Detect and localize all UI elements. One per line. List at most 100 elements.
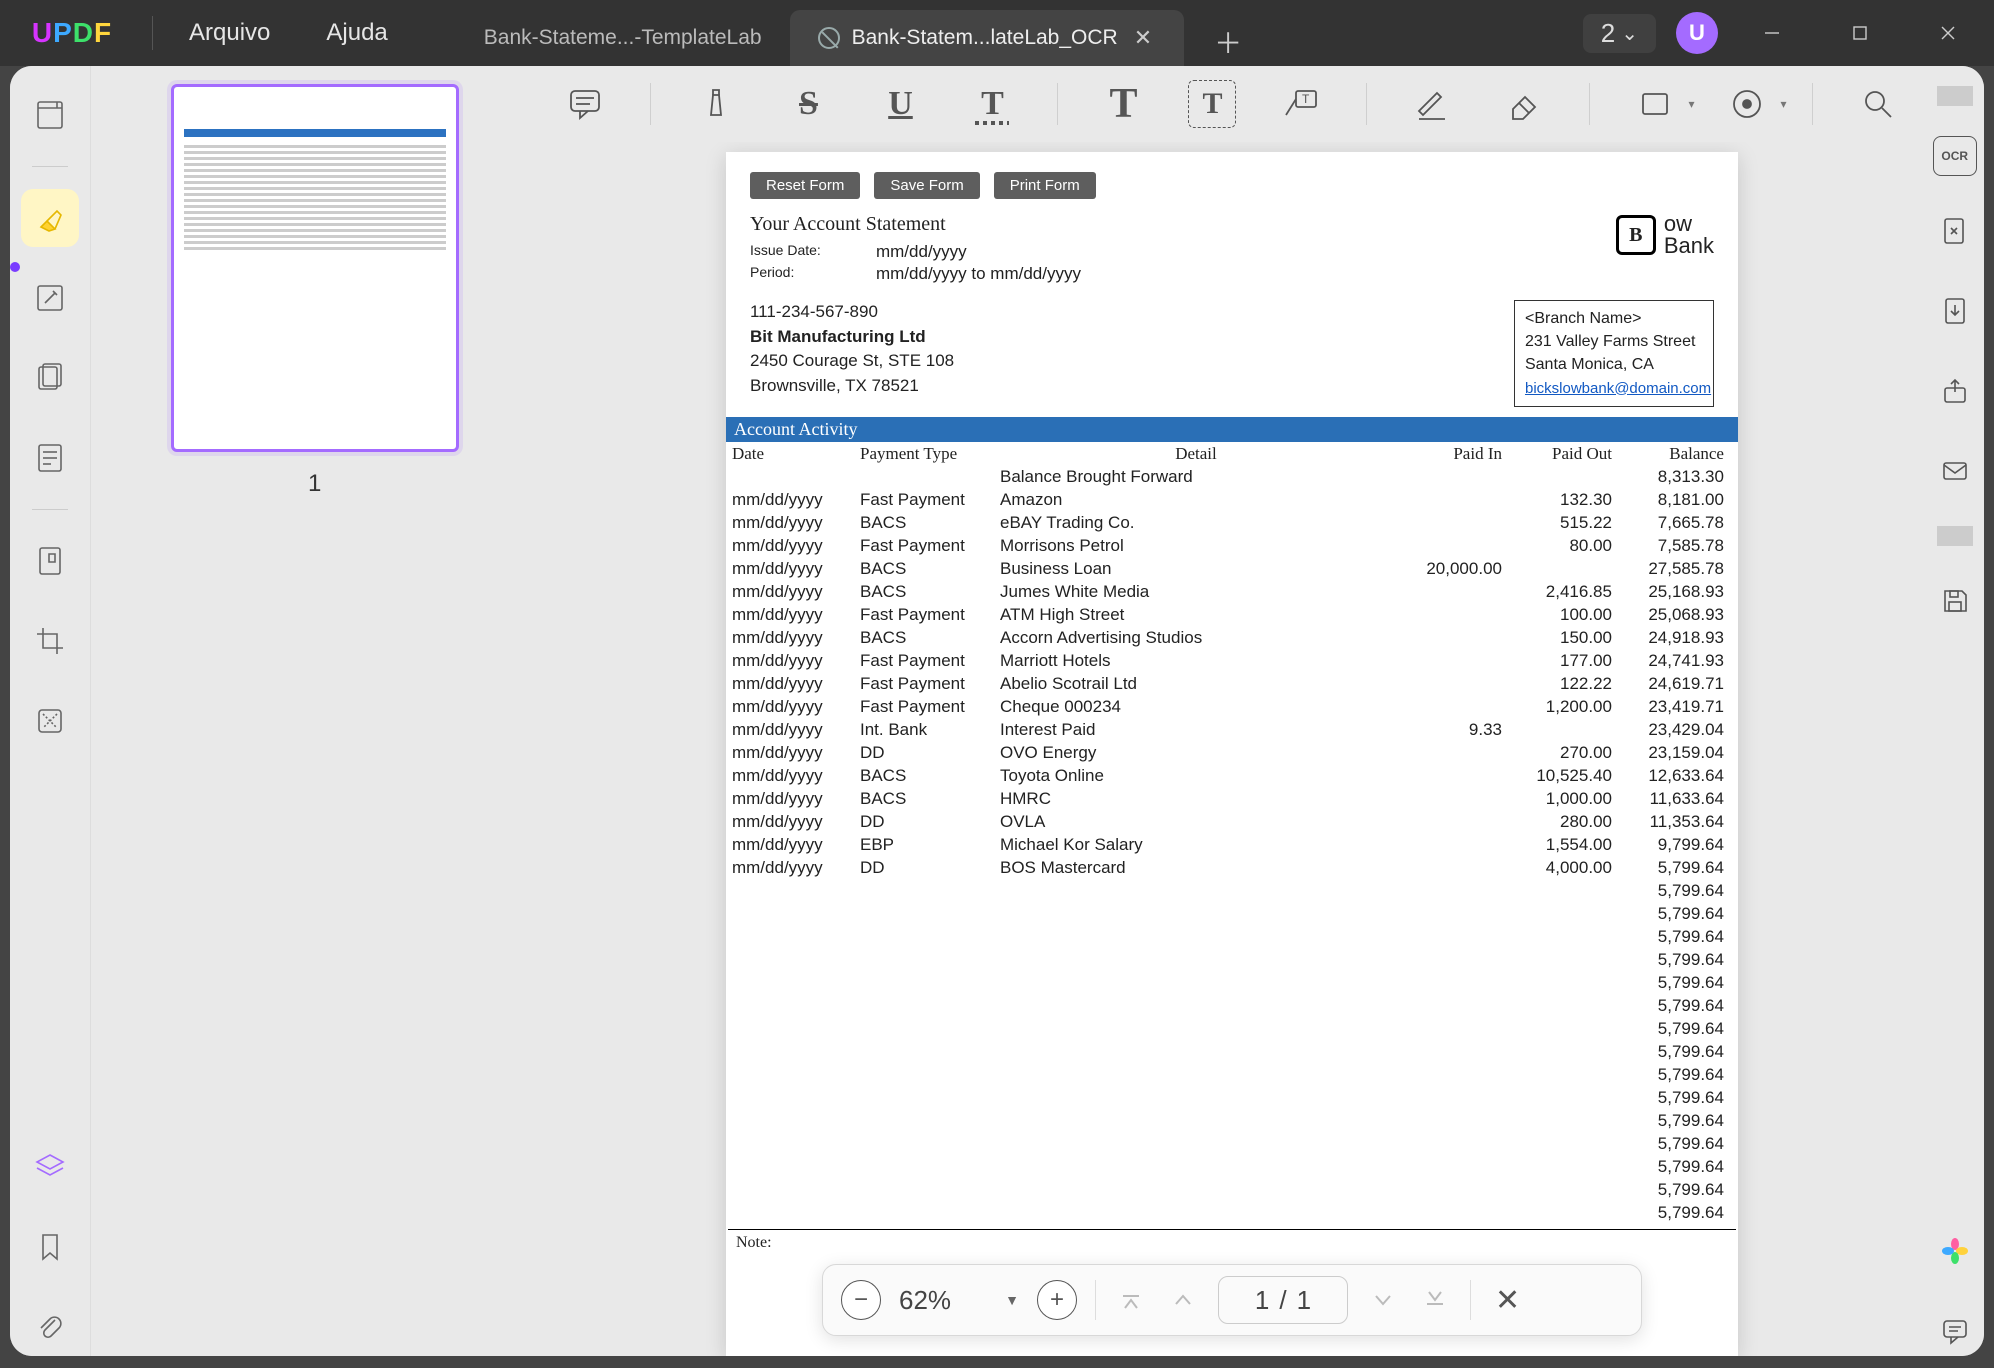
organize-pages-tool[interactable] bbox=[21, 349, 79, 407]
reader-tool[interactable] bbox=[21, 86, 79, 144]
cell-payment-type[interactable] bbox=[854, 1064, 994, 1087]
cell-paid-out[interactable]: 1,200.00 bbox=[1508, 696, 1618, 719]
cell-payment-type[interactable] bbox=[854, 995, 994, 1018]
cell-payment-type[interactable]: BACS bbox=[854, 558, 994, 581]
cell-paid-out[interactable]: 270.00 bbox=[1508, 742, 1618, 765]
first-page-button[interactable] bbox=[1114, 1283, 1148, 1317]
cell-date[interactable]: mm/dd/yyyy bbox=[726, 650, 854, 673]
cell-paid-out[interactable] bbox=[1508, 1041, 1618, 1064]
issue-date-value[interactable]: mm/dd/yyyy bbox=[876, 242, 967, 262]
cell-paid-in[interactable] bbox=[1398, 650, 1508, 673]
cell-paid-out[interactable]: 2,416.85 bbox=[1508, 581, 1618, 604]
cell-paid-out[interactable]: 10,525.40 bbox=[1508, 765, 1618, 788]
cell-paid-out[interactable]: 150.00 bbox=[1508, 627, 1618, 650]
cell-payment-type[interactable]: Fast Payment bbox=[854, 604, 994, 627]
cell-balance[interactable]: 5,799.64 bbox=[1618, 1110, 1738, 1133]
cell-detail[interactable] bbox=[994, 1156, 1398, 1179]
cell-paid-out[interactable] bbox=[1508, 1133, 1618, 1156]
strikethrough-tool[interactable]: S bbox=[781, 77, 835, 131]
cell-balance[interactable]: 11,353.64 bbox=[1618, 811, 1738, 834]
zoom-in-button[interactable]: + bbox=[1037, 1280, 1077, 1320]
cell-detail[interactable]: HMRC bbox=[994, 788, 1398, 811]
cell-balance[interactable]: 25,068.93 bbox=[1618, 604, 1738, 627]
cell-paid-out[interactable]: 100.00 bbox=[1508, 604, 1618, 627]
cell-balance[interactable]: 23,419.71 bbox=[1618, 696, 1738, 719]
cell-payment-type[interactable] bbox=[854, 1202, 994, 1225]
cell-paid-out[interactable] bbox=[1508, 880, 1618, 903]
cell-date[interactable] bbox=[726, 972, 854, 995]
cell-payment-type[interactable]: Fast Payment bbox=[854, 673, 994, 696]
cell-balance[interactable]: 5,799.64 bbox=[1618, 1041, 1738, 1064]
cell-payment-type[interactable] bbox=[854, 972, 994, 995]
cell-balance[interactable]: 5,799.64 bbox=[1618, 926, 1738, 949]
cell-paid-in[interactable] bbox=[1398, 512, 1508, 535]
cell-date[interactable]: mm/dd/yyyy bbox=[726, 489, 854, 512]
cell-date[interactable] bbox=[726, 949, 854, 972]
bookmarks-panel[interactable] bbox=[21, 1218, 79, 1276]
cell-paid-out[interactable] bbox=[1508, 995, 1618, 1018]
cell-paid-out[interactable]: 122.22 bbox=[1508, 673, 1618, 696]
pencil-tool[interactable] bbox=[1405, 77, 1459, 131]
cell-balance[interactable]: 5,799.64 bbox=[1618, 880, 1738, 903]
cell-paid-in[interactable] bbox=[1398, 811, 1508, 834]
ai-assistant-button[interactable] bbox=[1930, 1226, 1980, 1276]
cell-paid-in[interactable] bbox=[1398, 926, 1508, 949]
cell-payment-type[interactable]: Fast Payment bbox=[854, 489, 994, 512]
cell-paid-in[interactable] bbox=[1398, 834, 1508, 857]
cell-paid-in[interactable] bbox=[1398, 1110, 1508, 1133]
cell-date[interactable]: mm/dd/yyyy bbox=[726, 857, 854, 880]
cell-paid-in[interactable] bbox=[1398, 1202, 1508, 1225]
cell-payment-type[interactable]: BACS bbox=[854, 512, 994, 535]
cell-balance[interactable]: 8,181.00 bbox=[1618, 489, 1738, 512]
app-logo[interactable]: U P D F bbox=[0, 0, 144, 66]
cell-detail[interactable]: Jumes White Media bbox=[994, 581, 1398, 604]
cell-payment-type[interactable]: DD bbox=[854, 811, 994, 834]
cell-balance[interactable]: 5,799.64 bbox=[1618, 1179, 1738, 1202]
cell-paid-in[interactable] bbox=[1398, 1087, 1508, 1110]
cell-date[interactable]: mm/dd/yyyy bbox=[726, 673, 854, 696]
cell-detail[interactable] bbox=[994, 880, 1398, 903]
cell-balance[interactable]: 5,799.64 bbox=[1618, 1018, 1738, 1041]
window-minimize-button[interactable] bbox=[1738, 4, 1806, 62]
cell-detail[interactable]: Interest Paid bbox=[994, 719, 1398, 742]
cell-detail[interactable] bbox=[994, 972, 1398, 995]
cell-balance[interactable]: 7,585.78 bbox=[1618, 535, 1738, 558]
cell-detail[interactable] bbox=[994, 1018, 1398, 1041]
cell-paid-out[interactable] bbox=[1508, 972, 1618, 995]
cell-detail[interactable]: Cheque 000234 bbox=[994, 696, 1398, 719]
cell-paid-in[interactable] bbox=[1398, 1041, 1508, 1064]
cell-paid-in[interactable] bbox=[1398, 1179, 1508, 1202]
window-maximize-button[interactable] bbox=[1826, 4, 1894, 62]
cell-paid-out[interactable] bbox=[1508, 1064, 1618, 1087]
cell-paid-out[interactable] bbox=[1508, 926, 1618, 949]
cell-balance[interactable]: 5,799.64 bbox=[1618, 903, 1738, 926]
cell-date[interactable]: mm/dd/yyyy bbox=[726, 788, 854, 811]
cell-detail[interactable]: Abelio Scotrail Ltd bbox=[994, 673, 1398, 696]
shape-tool[interactable]: ▾ bbox=[1628, 77, 1682, 131]
page-indicator[interactable]: 1 / 1 bbox=[1218, 1276, 1348, 1324]
cell-balance[interactable]: 24,741.93 bbox=[1618, 650, 1738, 673]
cell-detail[interactable]: Amazon bbox=[994, 489, 1398, 512]
cell-payment-type[interactable]: BACS bbox=[854, 627, 994, 650]
cell-balance[interactable]: 11,633.64 bbox=[1618, 788, 1738, 811]
tab-document-1[interactable]: Bank-Stateme...-TemplateLab bbox=[456, 10, 790, 66]
cell-paid-out[interactable]: 80.00 bbox=[1508, 535, 1618, 558]
cell-paid-in[interactable] bbox=[1398, 696, 1508, 719]
cell-detail[interactable]: Marriott Hotels bbox=[994, 650, 1398, 673]
eraser-tool[interactable] bbox=[1497, 77, 1551, 131]
cell-payment-type[interactable]: BACS bbox=[854, 765, 994, 788]
cell-balance[interactable]: 5,799.64 bbox=[1618, 1087, 1738, 1110]
protect-tool[interactable] bbox=[21, 532, 79, 590]
cell-paid-in[interactable] bbox=[1398, 489, 1508, 512]
edit-text-tool[interactable] bbox=[21, 269, 79, 327]
cell-detail[interactable]: OVO Energy bbox=[994, 742, 1398, 765]
convert-button[interactable] bbox=[1930, 206, 1980, 256]
cell-date[interactable]: mm/dd/yyyy bbox=[726, 811, 854, 834]
cell-date[interactable] bbox=[726, 1156, 854, 1179]
cell-balance[interactable]: 8,313.30 bbox=[1618, 466, 1738, 489]
period-value[interactable]: mm/dd/yyyy to mm/dd/yyyy bbox=[876, 264, 1081, 284]
open-tabs-dropdown[interactable]: 2 ⌄ bbox=[1583, 14, 1656, 53]
email-button[interactable] bbox=[1930, 446, 1980, 496]
cell-detail[interactable] bbox=[994, 903, 1398, 926]
cell-paid-in[interactable] bbox=[1398, 673, 1508, 696]
